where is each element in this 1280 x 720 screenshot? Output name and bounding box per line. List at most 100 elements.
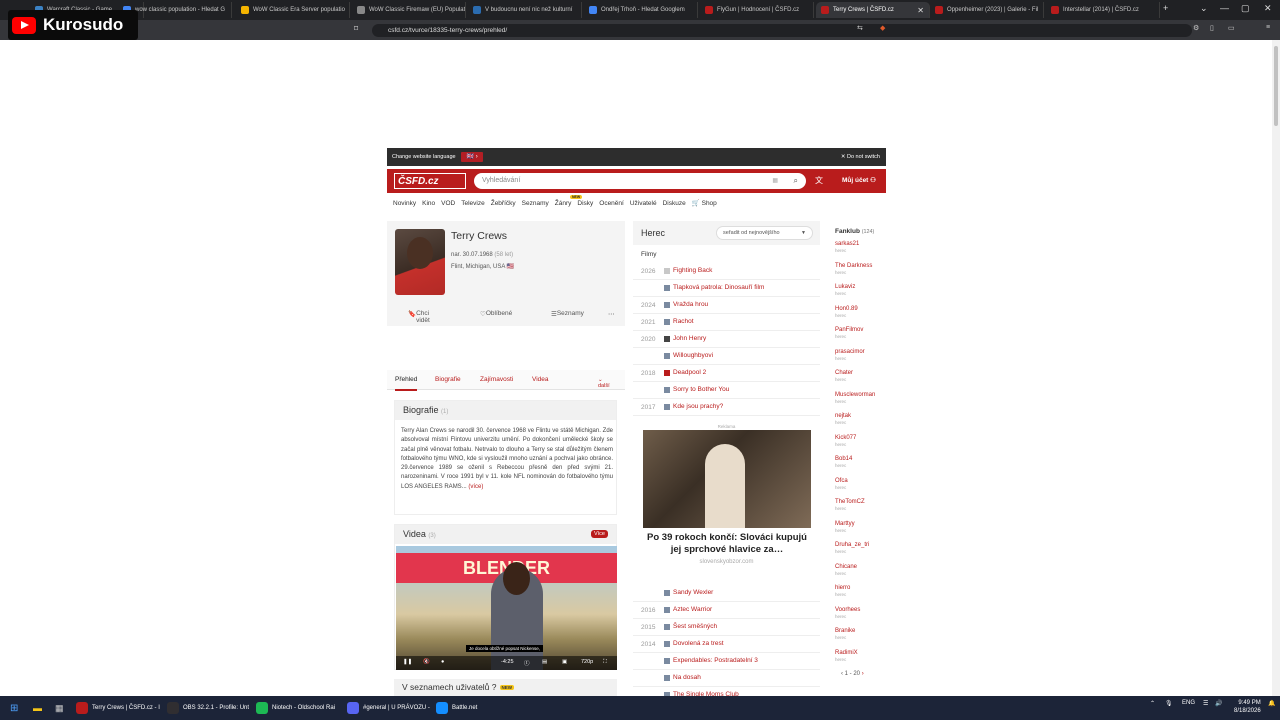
fanclub-member[interactable]: hierro herec [835, 585, 850, 597]
prev-icon[interactable]: ‹ [841, 671, 843, 677]
film-row[interactable]: Sandy Wexler [633, 585, 820, 602]
language-indicator[interactable]: ENG [1182, 700, 1195, 706]
nav-item[interactable]: Diskuze [663, 200, 686, 207]
favorite-button[interactable]: ♡ Oblíbené [480, 310, 512, 318]
film-row[interactable]: 2026 Fighting Back [633, 263, 820, 280]
profile-photo[interactable] [395, 229, 445, 295]
nav-item[interactable]: Disky [577, 200, 593, 207]
browser-tab[interactable]: FlyGun | Hodnocení | ČSFD.cz [700, 2, 814, 18]
film-title[interactable]: Šest směšných [673, 623, 717, 630]
taskbar-app[interactable]: OBS 32.2.1 - Profile: Unt [167, 701, 249, 715]
next-icon[interactable]: › [862, 671, 864, 677]
more-link[interactable]: (více) [468, 484, 483, 490]
taskbar-app[interactable]: Terry Crews | ČSFD.cz - I [76, 701, 160, 715]
translate-icon[interactable]: ⇆ [857, 24, 863, 32]
volume-icon[interactable]: 🔊 [1215, 700, 1222, 707]
mic-icon[interactable]: 🎙 [1165, 700, 1173, 707]
nav-item[interactable]: Ocenění [599, 200, 624, 207]
more-actions-button[interactable]: ⋯ [608, 310, 615, 318]
film-title[interactable]: Na dosah [673, 674, 701, 681]
fanclub-pager[interactable]: ‹ 1 - 20 › [841, 671, 864, 677]
nav-item[interactable]: Uživatelé [630, 200, 657, 207]
mute-icon[interactable]: 🔇 [423, 659, 430, 665]
film-title[interactable]: Aztec Warrior [673, 606, 712, 613]
video-player[interactable]: BLENDER Je docela obtížné popsat Nickens… [396, 546, 617, 670]
progress-dot[interactable]: ● [441, 659, 444, 665]
maximize-icon[interactable]: ▢ [1241, 3, 1250, 14]
tab-list-icon[interactable]: ⌄ [1200, 3, 1208, 14]
csfd-logo[interactable]: ČSFD.cz [394, 173, 466, 189]
close-window-icon[interactable]: ✕ [1264, 3, 1272, 14]
bookmark-icon[interactable]: ⌑ [354, 24, 358, 33]
film-row[interactable]: 2017 Kde jsou prachy? [633, 399, 820, 416]
nav-item[interactable]: Seznamy [522, 200, 549, 207]
tab-videos[interactable]: Videa [532, 376, 549, 383]
browser-tab[interactable]: Ondřej Trhoň - Hledat Googlem [584, 2, 698, 18]
fanclub-member[interactable]: Druha_ze_tri herec [835, 542, 869, 554]
minimize-icon[interactable]: — [1220, 3, 1229, 13]
close-icon[interactable]: ✕ [917, 6, 924, 15]
browser-tab[interactable]: Terry Crews | ČSFD.cz ✕ [816, 2, 930, 18]
fanclub-member[interactable]: Muscleworman herec [835, 392, 875, 404]
film-title[interactable]: Vražda hrou [673, 301, 708, 308]
fanclub-member[interactable]: sarkas21 herec [835, 241, 859, 253]
network-icon[interactable]: ☰ [1203, 700, 1208, 707]
film-title[interactable]: Willoughbyovi [673, 352, 713, 359]
quality-label[interactable]: 720p [581, 659, 593, 665]
fanclub-member[interactable]: Marttyy herec [835, 521, 855, 533]
start-icon[interactable]: ⊞ [10, 701, 18, 715]
new-tab-icon[interactable]: + [1163, 3, 1168, 13]
translate-icon[interactable]: 文 [815, 169, 823, 193]
nav-item[interactable]: Novinky [393, 200, 416, 207]
sort-select[interactable]: seřadit od nejnovějšího ▼ [716, 226, 813, 240]
film-row[interactable]: 2021 Rachot [633, 314, 820, 331]
settings-icon[interactable]: ▤ [542, 659, 547, 665]
notification-icon[interactable]: 🔔 [1268, 700, 1275, 707]
captions-icon[interactable]: ⓣ [524, 659, 530, 667]
brave-shield-icon[interactable]: ◆ [880, 24, 885, 32]
film-row[interactable]: Tlapková patrola: Dinosauří film [633, 280, 820, 297]
film-title[interactable]: Sandy Wexler [673, 589, 713, 596]
film-row[interactable]: 2018 Deadpool 2 [633, 365, 820, 382]
fanclub-member[interactable]: prasacimor herec [835, 349, 865, 361]
film-row[interactable]: 2014 Dovolená za trest [633, 636, 820, 653]
film-title[interactable]: Dovolená za trest [673, 640, 724, 647]
wallet-icon[interactable]: ▭ [1228, 24, 1235, 32]
film-row[interactable]: Willoughbyovi [633, 348, 820, 365]
pause-icon[interactable]: ❚❚ [403, 659, 412, 665]
nav-item[interactable]: Kino [422, 200, 435, 207]
film-title[interactable]: John Henry [673, 335, 706, 342]
fanclub-member[interactable]: Kick077 herec [835, 435, 856, 447]
advertisement[interactable]: Reklama Po 39 rokoch končí: Slováci kupu… [633, 422, 820, 595]
help-icon[interactable]: ? [492, 682, 497, 692]
fanclub-member[interactable]: Branike herec [835, 628, 855, 640]
ad-image[interactable] [643, 430, 811, 528]
pip-icon[interactable]: ▣ [562, 659, 567, 665]
taskbar-app[interactable]: Niotech - Oldschool Rai [256, 701, 335, 715]
fanclub-member[interactable]: nejtak herec [835, 413, 851, 425]
search-input[interactable]: Vyhledávání ▦ ⌕ [474, 173, 806, 189]
do-not-switch-button[interactable]: ✕ Do not switch [841, 148, 880, 166]
fanclub-member[interactable]: Chater herec [835, 370, 853, 382]
film-row[interactable]: Sorry to Bother You [633, 382, 820, 399]
film-row[interactable]: Na dosah [633, 670, 820, 687]
nav-item[interactable]: Žebříčky [491, 200, 516, 207]
menu-icon[interactable]: ≡ [1266, 24, 1270, 31]
fanclub-member[interactable]: Hon0.89 herec [835, 306, 858, 318]
url-field[interactable]: csfd.cz/tvurce/18335-terry-crews/prehled… [372, 24, 1192, 37]
keyboard-icon[interactable]: ▦ [772, 173, 778, 189]
ad-title[interactable]: Po 39 rokoch končí: Slováci kupujú jej s… [643, 532, 811, 556]
browser-tab[interactable]: WoW Classic Firemaw (EU) Populat [352, 2, 466, 18]
app-icon[interactable]: ▦ [55, 701, 64, 715]
tab-more[interactable]: další ⌄ [598, 377, 610, 389]
fanclub-member[interactable]: PanFilmov herec [835, 327, 863, 339]
fanclub-member[interactable]: Chicane herec [835, 564, 857, 576]
tab-overview[interactable]: Přehled [395, 376, 418, 391]
film-row[interactable]: 2015 Šest směšných [633, 619, 820, 636]
tab-trivia[interactable]: Zajímavosti [480, 376, 513, 383]
film-title[interactable]: Fighting Back [673, 267, 712, 274]
search-icon[interactable]: ⌕ [794, 173, 798, 189]
file-explorer-icon[interactable]: ▬ [33, 701, 42, 715]
more-videos-button[interactable]: Více [590, 530, 608, 538]
film-title[interactable]: Rachot [673, 318, 694, 325]
